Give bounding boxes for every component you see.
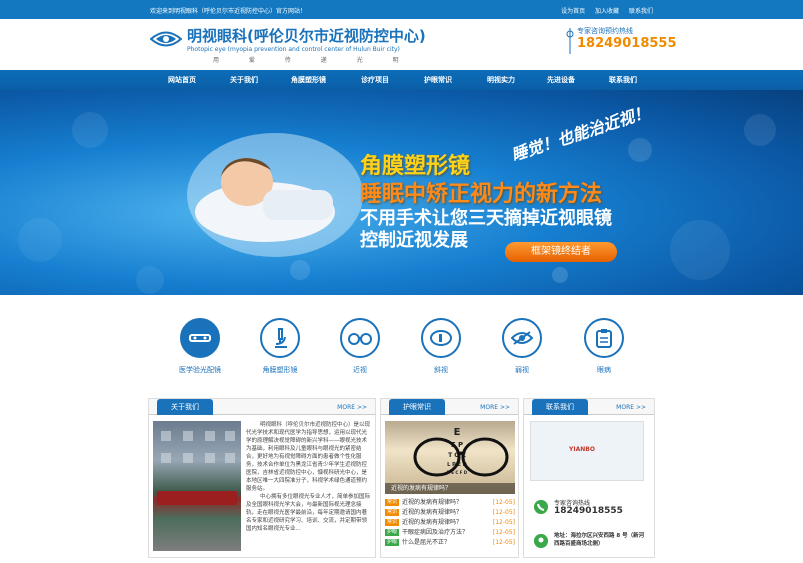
service-label: 医学验光配镜: [179, 366, 221, 374]
top-links: 设为首页 加入收藏 联系我们: [553, 6, 653, 15]
news-date: [12-05]: [492, 539, 515, 546]
news-item[interactable]: 护眼 什么是屈光不正？ [12-05]: [385, 538, 515, 548]
news-tab[interactable]: 护眼常识: [389, 399, 445, 415]
news-title[interactable]: 干眼症病因及治疗方法？: [402, 529, 468, 536]
news-title[interactable]: 近视的发病有规律吗？: [402, 519, 462, 526]
main-nav: 网站首页 关于我们 角膜塑形镜 诊疗项目 护眼常识 明视实力 先进设备 联系我们: [0, 70, 803, 90]
news-date: [12-05]: [492, 529, 515, 536]
phone-icon: [566, 28, 574, 54]
nav-equipment[interactable]: 先进设备: [547, 75, 575, 85]
nav-contact[interactable]: 联系我们: [609, 75, 637, 85]
service-icons: 医学验光配镜 角膜塑形镜 近视 斜视 弱视 眼病: [0, 318, 803, 388]
contact-panel: 联系我们 MORE >> YIANBO 专家咨询热线 18249018555 地…: [523, 398, 655, 558]
news-item[interactable]: 常识 近视的发病有规律吗？ [12-05]: [385, 508, 515, 518]
news-more-link[interactable]: MORE >>: [480, 404, 510, 411]
news-feature-caption: 近视的发病有规律吗？: [385, 483, 515, 494]
service-strabismus[interactable]: 斜视: [411, 318, 471, 375]
clinic-building-image[interactable]: [153, 421, 241, 551]
nav-home[interactable]: 网站首页: [168, 75, 196, 85]
news-item[interactable]: 护眼 干眼症病因及治疗方法？ [12-05]: [385, 528, 515, 538]
top-bar: 欢迎来到明视眼科（呼伦贝尔市近视防控中心）官方网站！ 设为首页 加入收藏 联系我…: [0, 0, 803, 19]
news-date: [12-05]: [492, 509, 515, 516]
contact-tab[interactable]: 联系我们: [532, 399, 588, 415]
about-text: 明视眼科（呼伦贝尔市近视防控中心）是以现代光学技术和现代医学为指导思想，运用以现…: [246, 421, 370, 533]
news-feature-image[interactable]: E F P T O Z L P E D P E C F D 近视的发病有规律吗？: [385, 421, 515, 494]
svg-text:E: E: [454, 427, 461, 438]
contact-address: 地址：海拉尔区兴安西路 8 号（新河西路百盛商场北侧）: [530, 531, 644, 555]
service-ortho-k[interactable]: 角膜塑形镜: [250, 318, 310, 375]
nav-treatment[interactable]: 诊疗项目: [361, 75, 389, 85]
service-label: 眼病: [597, 366, 611, 374]
service-label: 斜视: [434, 366, 448, 374]
clipboard-icon: [596, 329, 612, 348]
set-homepage-link[interactable]: 设为首页: [561, 8, 585, 15]
about-header: 关于我们 MORE >>: [149, 399, 375, 415]
map-brand: YIANBO: [569, 446, 595, 453]
site-motto: 用 爱 传 递 光 明: [213, 57, 413, 64]
news-date: [12-05]: [492, 519, 515, 526]
news-list: 常识 近视的发病有规律吗？ [12-05] 常识 近视的发病有规律吗？ [12-05] …: [385, 498, 515, 548]
about-tab[interactable]: 关于我们: [157, 399, 213, 415]
service-optometry[interactable]: 医学验光配镜: [170, 318, 230, 375]
add-favorite-link[interactable]: 加入收藏: [595, 8, 619, 15]
news-tag: 常识: [385, 499, 399, 506]
glasses-icon: [348, 333, 372, 345]
about-panel: 关于我们 MORE >> 明视眼科（呼伦贝尔市近视防控中心）是以现代光学技术和现…: [148, 398, 376, 558]
news-tag: 常识: [385, 519, 399, 526]
building-windows: [157, 431, 237, 505]
about-paragraph-2: 中心拥有多位眼视光专业人才，简单参加国际及全国眼科视光学大会，与最新国际视光理念…: [246, 494, 371, 532]
microscope-icon: [275, 328, 287, 348]
news-tag: 常识: [385, 509, 399, 516]
service-label: 近视: [353, 366, 367, 374]
service-amblyopia[interactable]: 弱视: [492, 318, 552, 375]
hotline-number: 18249018555: [577, 36, 677, 51]
sleeping-child-image: [187, 133, 363, 257]
news-header: 护眼常识 MORE >>: [381, 399, 518, 415]
service-label: 弱视: [515, 366, 529, 374]
nav-about[interactable]: 关于我们: [230, 75, 258, 85]
hotline-block: 专家咨询预约热线 18249018555: [565, 26, 677, 54]
news-date: [12-05]: [492, 499, 515, 506]
welcome-text: 欢迎来到明视眼科（呼伦贝尔市近视防控中心）官方网站！: [150, 8, 307, 15]
news-tag: 护眼: [385, 529, 399, 536]
news-title[interactable]: 近视的发病有规律吗？: [402, 509, 462, 516]
contact-header: 联系我们 MORE >>: [524, 399, 654, 415]
site-subtitle: Photopic eye (myopia prevention and cont…: [187, 46, 400, 53]
banner-line-4: 控制近视发展: [360, 230, 468, 251]
news-tag: 护眼: [385, 539, 399, 546]
banner-cta-button[interactable]: 框架镜终结者: [505, 242, 617, 262]
news-item[interactable]: 常识 近视的发病有规律吗？ [12-05]: [385, 498, 515, 508]
about-more-link[interactable]: MORE >>: [337, 404, 367, 411]
hero-banner[interactable]: 睡觉！也能治近视！ 角膜塑形镜 睡眠中矫正视力的新方法 不用手术让您三天摘掉近视…: [0, 90, 803, 295]
eye-slash-icon: [511, 331, 533, 345]
site-title: 明视眼科(呼伦贝尔市近视防控中心): [187, 27, 426, 45]
header: 明视眼科(呼伦贝尔市近视防控中心) Photopic eye (myopia p…: [0, 19, 803, 70]
service-label: 角膜塑形镜: [262, 366, 298, 374]
location-icon: [534, 534, 548, 548]
optometry-icon: [189, 334, 211, 342]
nav-eyecare[interactable]: 护眼常识: [424, 75, 452, 85]
nav-ortho-k[interactable]: 角膜塑形镜: [291, 75, 326, 85]
phone-icon: [534, 500, 548, 514]
contact-hotline: 专家咨询热线 18249018555: [530, 497, 644, 521]
news-title[interactable]: 近视的发病有规律吗？: [402, 499, 462, 506]
contact-link[interactable]: 联系我们: [629, 8, 653, 15]
brand: 明视眼科(呼伦贝尔市近视防控中心) Photopic eye (myopia p…: [187, 25, 426, 64]
eye-icon: [430, 330, 452, 346]
news-panel: 护眼常识 MORE >> E F P T O Z L P E D P E C F…: [380, 398, 519, 558]
news-item[interactable]: 常识 近视的发病有规律吗？ [12-05]: [385, 518, 515, 528]
news-title[interactable]: 什么是屈光不正？: [402, 539, 450, 546]
hotline-number: 18249018555: [554, 506, 623, 516]
address-text: 地址：海拉尔区兴安西路 8 号（新河西路百盛商场北侧）: [554, 533, 645, 547]
contact-more-link[interactable]: MORE >>: [616, 404, 646, 411]
nav-strength[interactable]: 明视实力: [487, 75, 515, 85]
service-myopia[interactable]: 近视: [330, 318, 390, 375]
map-image[interactable]: YIANBO: [530, 421, 644, 481]
hotline-label: 专家咨询预约热线: [577, 27, 633, 35]
about-paragraph-1: 明视眼科（呼伦贝尔市近视防控中心）是以现代光学技术和现代医学为指导思想，运用以现…: [246, 422, 371, 492]
service-eye-disease[interactable]: 眼病: [574, 318, 634, 375]
logo-eye-icon[interactable]: [150, 28, 182, 50]
